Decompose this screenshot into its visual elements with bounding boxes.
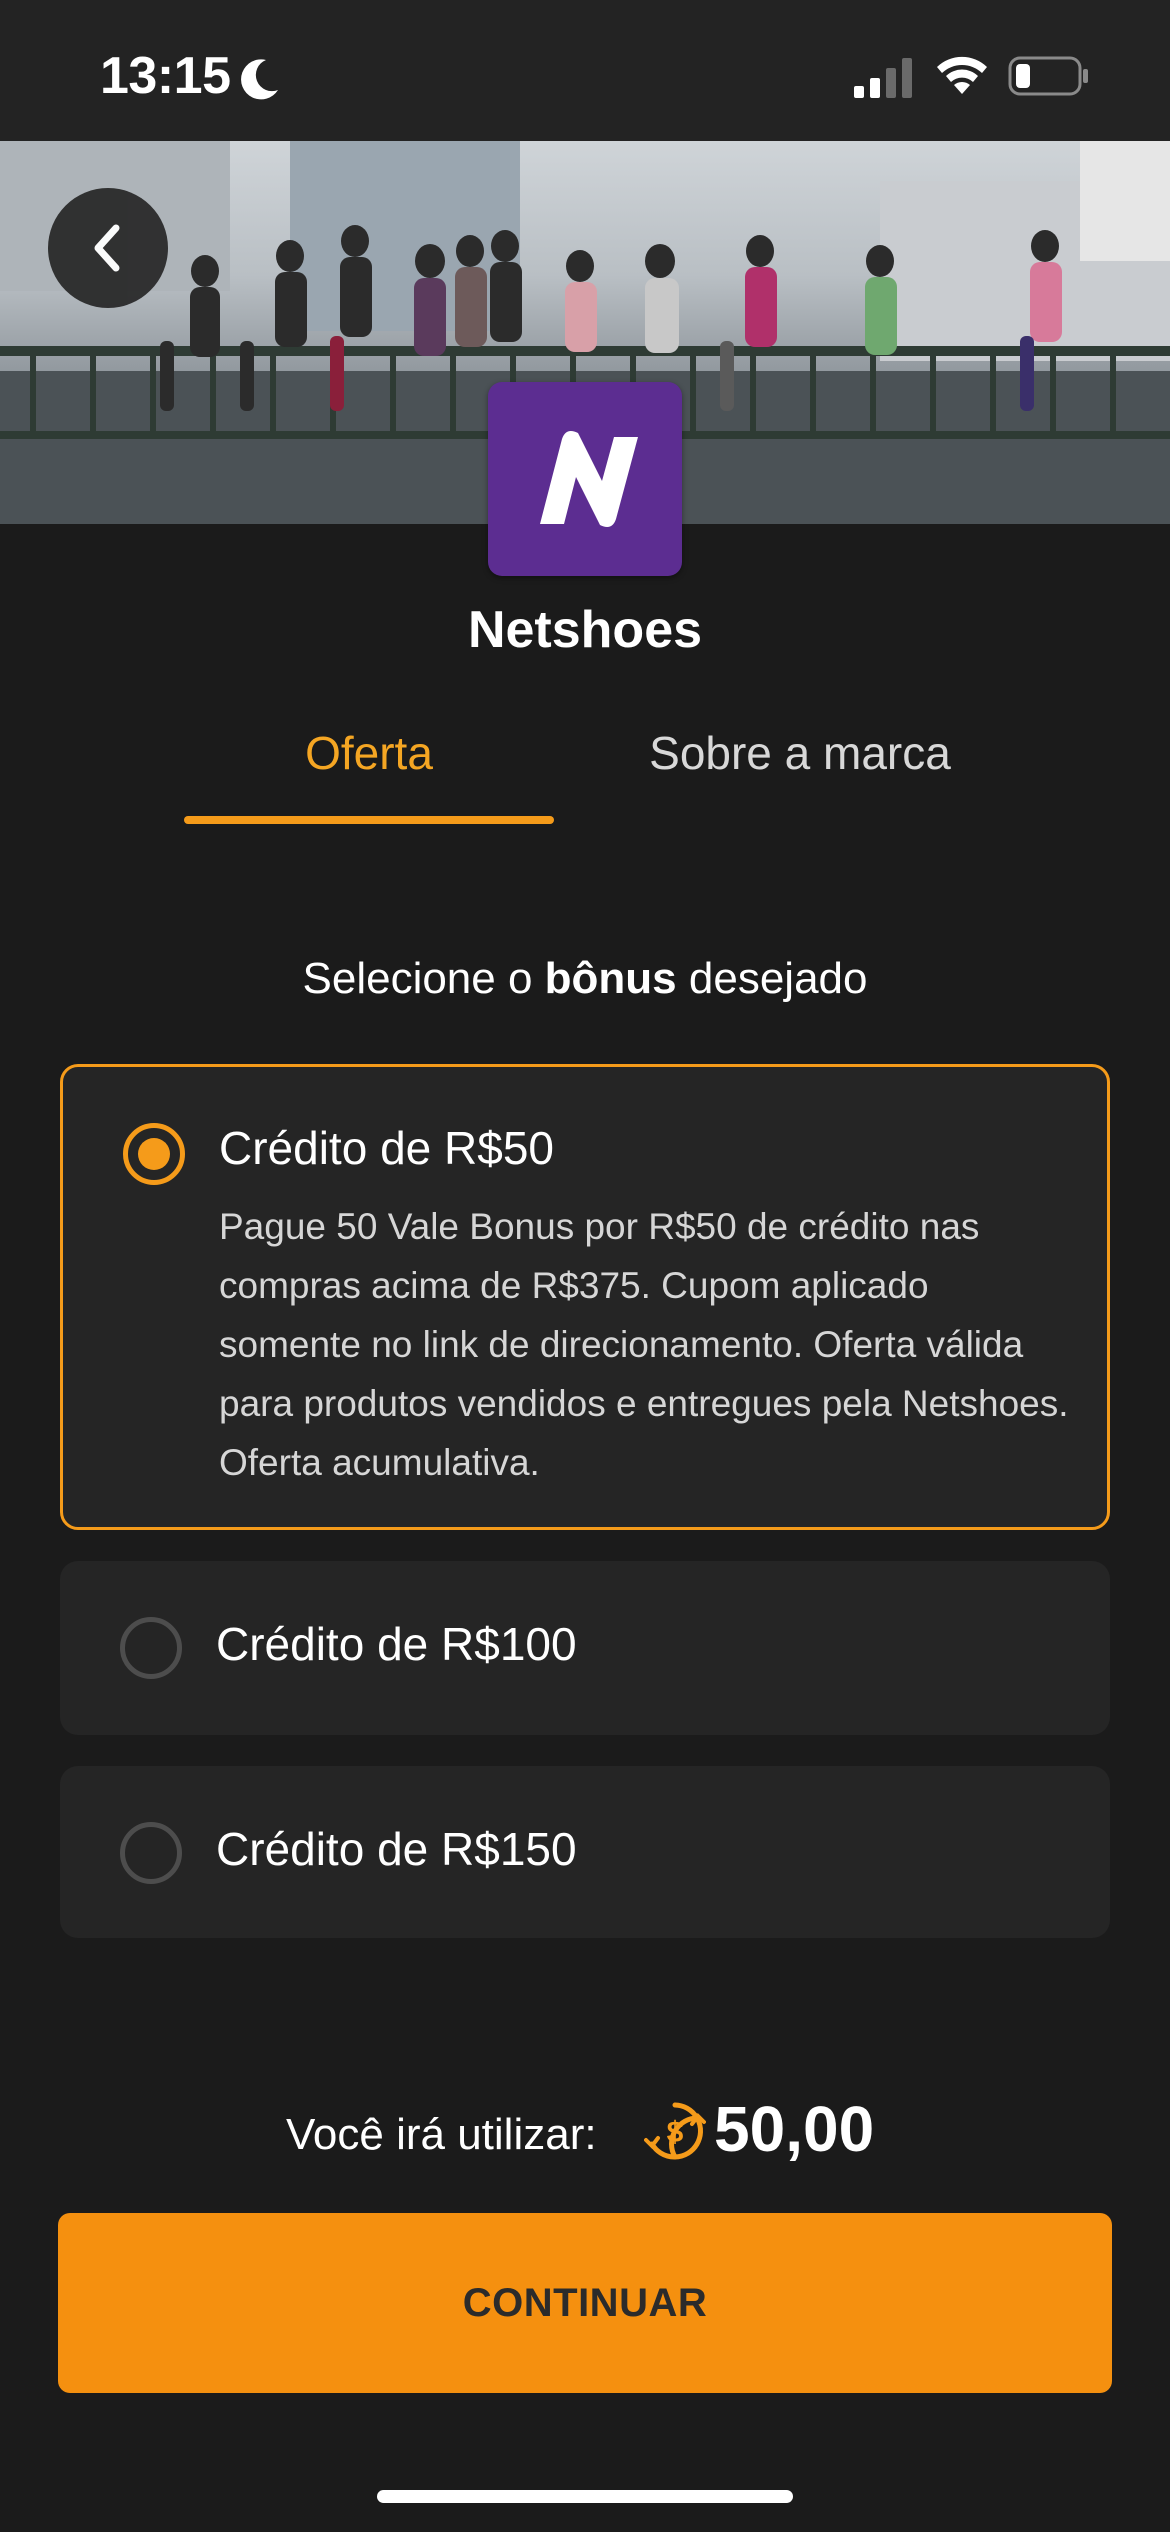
back-arrow-icon <box>94 224 120 272</box>
usage-label: Você irá utilizar: <box>286 2110 597 2159</box>
coin-icon: $ <box>644 2102 706 2160</box>
continue-button[interactable]: CONTINUAR <box>58 2213 1112 2393</box>
signal-icon <box>854 58 912 98</box>
brand-logo <box>488 382 682 576</box>
active-tab-indicator <box>184 816 554 824</box>
screen: 13:15 Netshoes Oferta Sobre a marca Sele… <box>0 0 1170 2532</box>
select-bonus-heading: Selecione o bônus desejado <box>0 954 1170 1004</box>
netshoes-logo-icon <box>540 431 638 527</box>
heading-bold: bônus <box>544 954 677 1003</box>
option-title: Crédito de R$100 <box>216 1618 577 1670</box>
option-description: Pague 50 Vale Bonus por R$50 de crédito … <box>219 1206 1069 1483</box>
brand-name: Netshoes <box>467 601 703 659</box>
tab-about-brand[interactable]: Sobre a marca <box>600 726 1000 780</box>
status-bar: 13:15 <box>0 0 1170 141</box>
heading-prefix: Selecione o <box>302 954 545 1003</box>
option-card-150[interactable]: Crédito de R$150 <box>60 1766 1110 1938</box>
wifi-icon <box>937 56 987 94</box>
option-card-100[interactable]: Crédito de R$100 <box>60 1561 1110 1735</box>
option-card-50[interactable]: Crédito de R$50 Pague 50 Vale Bonus por … <box>60 1064 1110 1530</box>
usage-amount: 50,00 <box>714 2093 875 2165</box>
radio-unselected[interactable] <box>120 1617 182 1679</box>
option-title: Crédito de R$150 <box>216 1823 577 1875</box>
svg-text:$: $ <box>667 2116 684 2149</box>
radio-selected[interactable] <box>123 1123 185 1185</box>
battery-icon <box>1008 56 1088 96</box>
radio-unselected[interactable] <box>120 1822 182 1884</box>
moon-icon <box>241 59 278 100</box>
heading-suffix: desejado <box>676 954 868 1003</box>
status-time: 13:15 <box>100 47 231 105</box>
back-button[interactable] <box>48 188 168 308</box>
home-indicator <box>377 2490 793 2503</box>
usage-summary: Você irá utilizar: $ 50,00 <box>0 2086 1170 2182</box>
option-title: Crédito de R$50 <box>219 1122 554 1174</box>
tab-offer[interactable]: Oferta <box>186 726 552 780</box>
